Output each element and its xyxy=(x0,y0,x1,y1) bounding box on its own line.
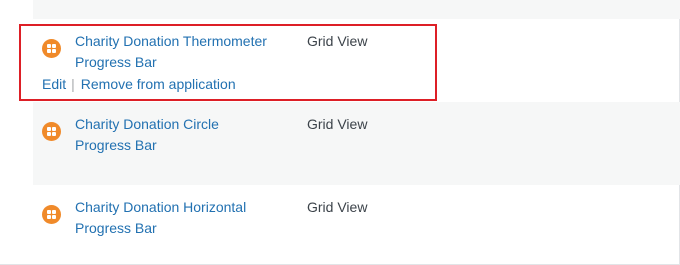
list-item: Charity Donation Horizontal Progress Bar… xyxy=(33,185,680,265)
app-title-line2: Progress Bar xyxy=(75,137,157,153)
grid-app-icon xyxy=(42,122,61,141)
app-title-line2: Progress Bar xyxy=(75,220,157,236)
app-title-line1: Charity Donation Horizontal xyxy=(75,199,247,215)
app-title-link[interactable]: Charity Donation Circle Progress Bar xyxy=(75,114,295,156)
grid-app-icon xyxy=(42,205,61,224)
highlight-box xyxy=(19,24,437,101)
list-item: Charity Donation Circle Progress Bar Gri… xyxy=(33,102,680,185)
app-title-line1: Charity Donation Circle xyxy=(75,116,219,132)
view-type-label: Grid View xyxy=(307,116,368,132)
view-type-label: Grid View xyxy=(307,199,368,215)
app-title-link[interactable]: Charity Donation Horizontal Progress Bar xyxy=(75,197,295,239)
list-top-strip xyxy=(33,0,680,19)
